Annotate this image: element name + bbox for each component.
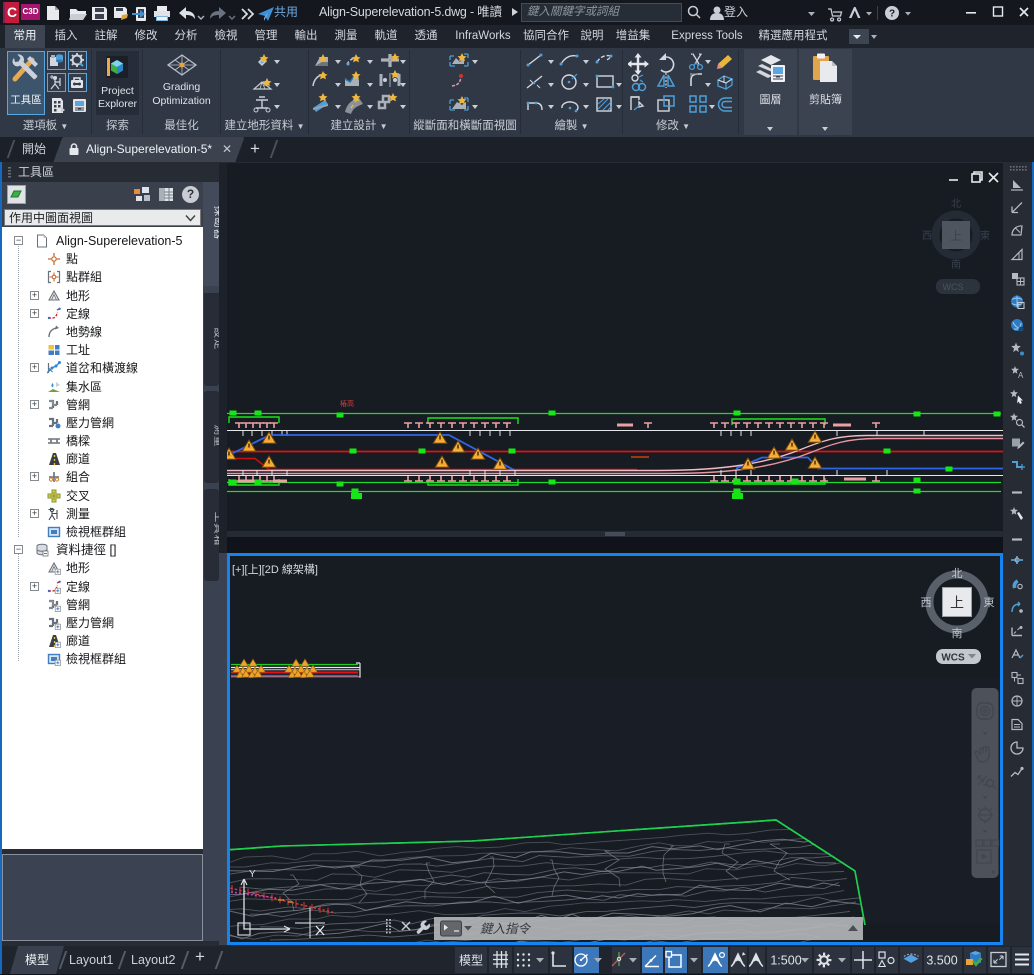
svg-text:南: 南	[951, 258, 961, 271]
svg-text:東: 東	[980, 229, 990, 242]
svg-text:Y: Y	[249, 869, 256, 880]
svg-text:南: 南	[952, 627, 963, 640]
svg-text:上: 上	[950, 229, 962, 243]
svg-text:1:500: 1:500	[770, 954, 801, 968]
svg-text:?: ?	[889, 9, 895, 20]
svg-text:WCS: WCS	[943, 282, 964, 292]
svg-text:3.500: 3.500	[926, 954, 957, 968]
svg-text:WCS: WCS	[941, 652, 965, 663]
svg-text:[+][上][2D 線架構]: [+][上][2D 線架構]	[232, 562, 318, 576]
svg-text:模型: 模型	[459, 954, 483, 968]
svg-text:西: 西	[921, 597, 932, 609]
svg-text:西: 西	[922, 231, 932, 242]
svg-text:東: 東	[984, 596, 995, 609]
svg-text:北: 北	[952, 567, 963, 580]
svg-text:A: A	[1018, 371, 1024, 380]
svg-text:鍵入指令: 鍵入指令	[480, 922, 532, 936]
svg-text:北: 北	[951, 198, 961, 210]
svg-text:上: 上	[950, 594, 964, 610]
svg-text:樁高: 樁高	[340, 399, 354, 408]
